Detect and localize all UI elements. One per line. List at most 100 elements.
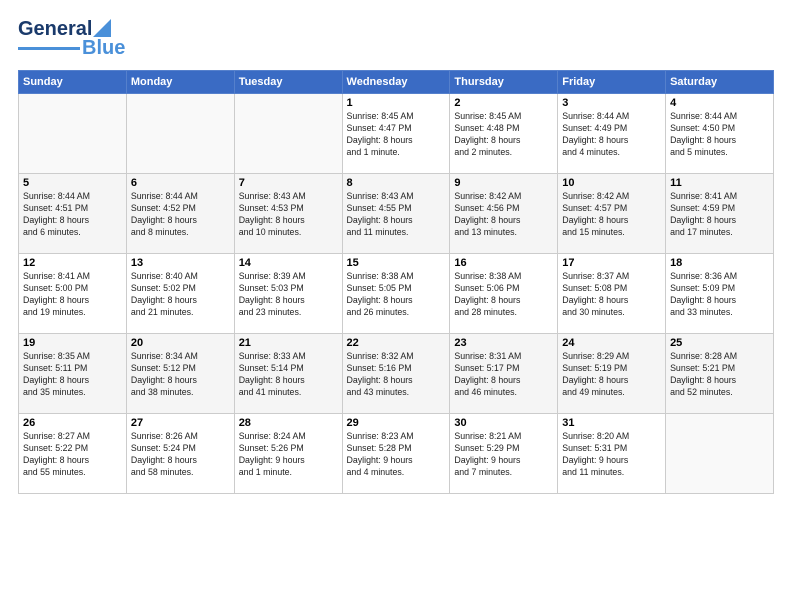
day-info: Sunrise: 8:34 AM Sunset: 5:12 PM Dayligh… bbox=[131, 351, 230, 399]
day-number: 22 bbox=[347, 337, 446, 349]
day-info: Sunrise: 8:39 AM Sunset: 5:03 PM Dayligh… bbox=[239, 271, 338, 319]
calendar-cell: 11 Sunrise: 8:41 AM Sunset: 4:59 PM Dayli… bbox=[666, 174, 774, 254]
calendar-cell: 1 Sunrise: 8:45 AM Sunset: 4:47 PM Daylig… bbox=[342, 94, 450, 174]
calendar-cell: 29 Sunrise: 8:23 AM Sunset: 5:28 PM Dayli… bbox=[342, 414, 450, 494]
day-number: 25 bbox=[670, 337, 769, 349]
day-info: Sunrise: 8:38 AM Sunset: 5:06 PM Dayligh… bbox=[454, 271, 553, 319]
day-info: Sunrise: 8:44 AM Sunset: 4:51 PM Dayligh… bbox=[23, 191, 122, 239]
day-info: Sunrise: 8:45 AM Sunset: 4:47 PM Dayligh… bbox=[347, 111, 446, 159]
day-number: 11 bbox=[670, 177, 769, 189]
day-info: Sunrise: 8:24 AM Sunset: 5:26 PM Dayligh… bbox=[239, 431, 338, 479]
calendar-cell bbox=[234, 94, 342, 174]
day-number: 26 bbox=[23, 417, 122, 429]
day-number: 4 bbox=[670, 97, 769, 109]
day-number: 3 bbox=[562, 97, 661, 109]
calendar-cell: 23 Sunrise: 8:31 AM Sunset: 5:17 PM Dayli… bbox=[450, 334, 558, 414]
logo-text-blue: Blue bbox=[82, 37, 125, 60]
calendar-cell: 4Sunrise: 8:44 AM Sunset: 4:50 PM Daylig… bbox=[666, 94, 774, 174]
calendar-cell: 6Sunrise: 8:44 AM Sunset: 4:52 PM Daylig… bbox=[126, 174, 234, 254]
day-info: Sunrise: 8:41 AM Sunset: 5:00 PM Dayligh… bbox=[23, 271, 122, 319]
calendar-cell: 5Sunrise: 8:44 AM Sunset: 4:51 PM Daylig… bbox=[19, 174, 127, 254]
day-info: Sunrise: 8:21 AM Sunset: 5:29 PM Dayligh… bbox=[454, 431, 553, 479]
page-header: General Blue bbox=[18, 18, 774, 60]
day-number: 20 bbox=[131, 337, 230, 349]
day-info: Sunrise: 8:35 AM Sunset: 5:11 PM Dayligh… bbox=[23, 351, 122, 399]
calendar-cell: 2Sunrise: 8:45 AM Sunset: 4:48 PM Daylig… bbox=[450, 94, 558, 174]
day-number: 31 bbox=[562, 417, 661, 429]
calendar-cell: 28 Sunrise: 8:24 AM Sunset: 5:26 PM Dayli… bbox=[234, 414, 342, 494]
calendar-cell: 18 Sunrise: 8:36 AM Sunset: 5:09 PM Dayli… bbox=[666, 254, 774, 334]
day-info: Sunrise: 8:44 AM Sunset: 4:49 PM Dayligh… bbox=[562, 111, 661, 159]
calendar-cell: 25 Sunrise: 8:28 AM Sunset: 5:21 PM Dayli… bbox=[666, 334, 774, 414]
weekday-header-tuesday: Tuesday bbox=[234, 71, 342, 94]
calendar-cell: 8 Sunrise: 8:43 AM Sunset: 4:55 PM Daylig… bbox=[342, 174, 450, 254]
calendar-cell: 22 Sunrise: 8:32 AM Sunset: 5:16 PM Dayli… bbox=[342, 334, 450, 414]
day-number: 12 bbox=[23, 257, 122, 269]
calendar-cell: 19Sunrise: 8:35 AM Sunset: 5:11 PM Dayli… bbox=[19, 334, 127, 414]
day-info: Sunrise: 8:43 AM Sunset: 4:53 PM Dayligh… bbox=[239, 191, 338, 239]
day-info: Sunrise: 8:32 AM Sunset: 5:16 PM Dayligh… bbox=[347, 351, 446, 399]
weekday-header-sunday: Sunday bbox=[19, 71, 127, 94]
calendar-cell: 13 Sunrise: 8:40 AM Sunset: 5:02 PM Dayli… bbox=[126, 254, 234, 334]
day-number: 14 bbox=[239, 257, 338, 269]
day-number: 30 bbox=[454, 417, 553, 429]
day-number: 18 bbox=[670, 257, 769, 269]
calendar-cell bbox=[126, 94, 234, 174]
day-number: 15 bbox=[347, 257, 446, 269]
day-info: Sunrise: 8:23 AM Sunset: 5:28 PM Dayligh… bbox=[347, 431, 446, 479]
day-number: 23 bbox=[454, 337, 553, 349]
day-info: Sunrise: 8:43 AM Sunset: 4:55 PM Dayligh… bbox=[347, 191, 446, 239]
calendar-cell: 15 Sunrise: 8:38 AM Sunset: 5:05 PM Dayli… bbox=[342, 254, 450, 334]
day-info: Sunrise: 8:27 AM Sunset: 5:22 PM Dayligh… bbox=[23, 431, 122, 479]
calendar-table: SundayMondayTuesdayWednesdayThursdayFrid… bbox=[18, 70, 774, 494]
calendar-cell: 30 Sunrise: 8:21 AM Sunset: 5:29 PM Dayli… bbox=[450, 414, 558, 494]
calendar-cell: 10Sunrise: 8:42 AM Sunset: 4:57 PM Dayli… bbox=[558, 174, 666, 254]
day-info: Sunrise: 8:41 AM Sunset: 4:59 PM Dayligh… bbox=[670, 191, 769, 239]
weekday-header-thursday: Thursday bbox=[450, 71, 558, 94]
day-number: 17 bbox=[562, 257, 661, 269]
day-info: Sunrise: 8:31 AM Sunset: 5:17 PM Dayligh… bbox=[454, 351, 553, 399]
day-info: Sunrise: 8:33 AM Sunset: 5:14 PM Dayligh… bbox=[239, 351, 338, 399]
weekday-header-wednesday: Wednesday bbox=[342, 71, 450, 94]
calendar-cell bbox=[19, 94, 127, 174]
day-number: 16 bbox=[454, 257, 553, 269]
day-number: 1 bbox=[347, 97, 446, 109]
weekday-header-friday: Friday bbox=[558, 71, 666, 94]
calendar-cell: 9 Sunrise: 8:42 AM Sunset: 4:56 PM Daylig… bbox=[450, 174, 558, 254]
day-info: Sunrise: 8:36 AM Sunset: 5:09 PM Dayligh… bbox=[670, 271, 769, 319]
day-number: 24 bbox=[562, 337, 661, 349]
day-info: Sunrise: 8:44 AM Sunset: 4:52 PM Dayligh… bbox=[131, 191, 230, 239]
day-info: Sunrise: 8:20 AM Sunset: 5:31 PM Dayligh… bbox=[562, 431, 661, 479]
day-number: 7 bbox=[239, 177, 338, 189]
day-info: Sunrise: 8:28 AM Sunset: 5:21 PM Dayligh… bbox=[670, 351, 769, 399]
calendar-cell: 27Sunrise: 8:26 AM Sunset: 5:24 PM Dayli… bbox=[126, 414, 234, 494]
calendar-cell: 24 Sunrise: 8:29 AM Sunset: 5:19 PM Dayli… bbox=[558, 334, 666, 414]
weekday-header-monday: Monday bbox=[126, 71, 234, 94]
day-info: Sunrise: 8:42 AM Sunset: 4:56 PM Dayligh… bbox=[454, 191, 553, 239]
day-info: Sunrise: 8:38 AM Sunset: 5:05 PM Dayligh… bbox=[347, 271, 446, 319]
logo-triangle-icon bbox=[93, 19, 111, 37]
calendar-cell: 3 Sunrise: 8:44 AM Sunset: 4:49 PM Daylig… bbox=[558, 94, 666, 174]
day-number: 8 bbox=[347, 177, 446, 189]
day-info: Sunrise: 8:45 AM Sunset: 4:48 PM Dayligh… bbox=[454, 111, 553, 159]
calendar-cell: 12 Sunrise: 8:41 AM Sunset: 5:00 PM Dayli… bbox=[19, 254, 127, 334]
calendar-cell: 16 Sunrise: 8:38 AM Sunset: 5:06 PM Dayli… bbox=[450, 254, 558, 334]
calendar-cell: 14 Sunrise: 8:39 AM Sunset: 5:03 PM Dayli… bbox=[234, 254, 342, 334]
calendar-cell: 7 Sunrise: 8:43 AM Sunset: 4:53 PM Daylig… bbox=[234, 174, 342, 254]
day-number: 13 bbox=[131, 257, 230, 269]
day-number: 9 bbox=[454, 177, 553, 189]
day-info: Sunrise: 8:29 AM Sunset: 5:19 PM Dayligh… bbox=[562, 351, 661, 399]
day-number: 21 bbox=[239, 337, 338, 349]
calendar-cell bbox=[666, 414, 774, 494]
calendar-cell: 21 Sunrise: 8:33 AM Sunset: 5:14 PM Dayli… bbox=[234, 334, 342, 414]
logo: General Blue bbox=[18, 18, 125, 60]
day-info: Sunrise: 8:37 AM Sunset: 5:08 PM Dayligh… bbox=[562, 271, 661, 319]
calendar-cell: 20 Sunrise: 8:34 AM Sunset: 5:12 PM Dayli… bbox=[126, 334, 234, 414]
day-info: Sunrise: 8:40 AM Sunset: 5:02 PM Dayligh… bbox=[131, 271, 230, 319]
day-info: Sunrise: 8:26 AM Sunset: 5:24 PM Dayligh… bbox=[131, 431, 230, 479]
day-number: 28 bbox=[239, 417, 338, 429]
day-number: 29 bbox=[347, 417, 446, 429]
calendar-cell: 26 Sunrise: 8:27 AM Sunset: 5:22 PM Dayli… bbox=[19, 414, 127, 494]
calendar-header-row: SundayMondayTuesdayWednesdayThursdayFrid… bbox=[19, 71, 774, 94]
calendar-cell: 31 Sunrise: 8:20 AM Sunset: 5:31 PM Dayli… bbox=[558, 414, 666, 494]
